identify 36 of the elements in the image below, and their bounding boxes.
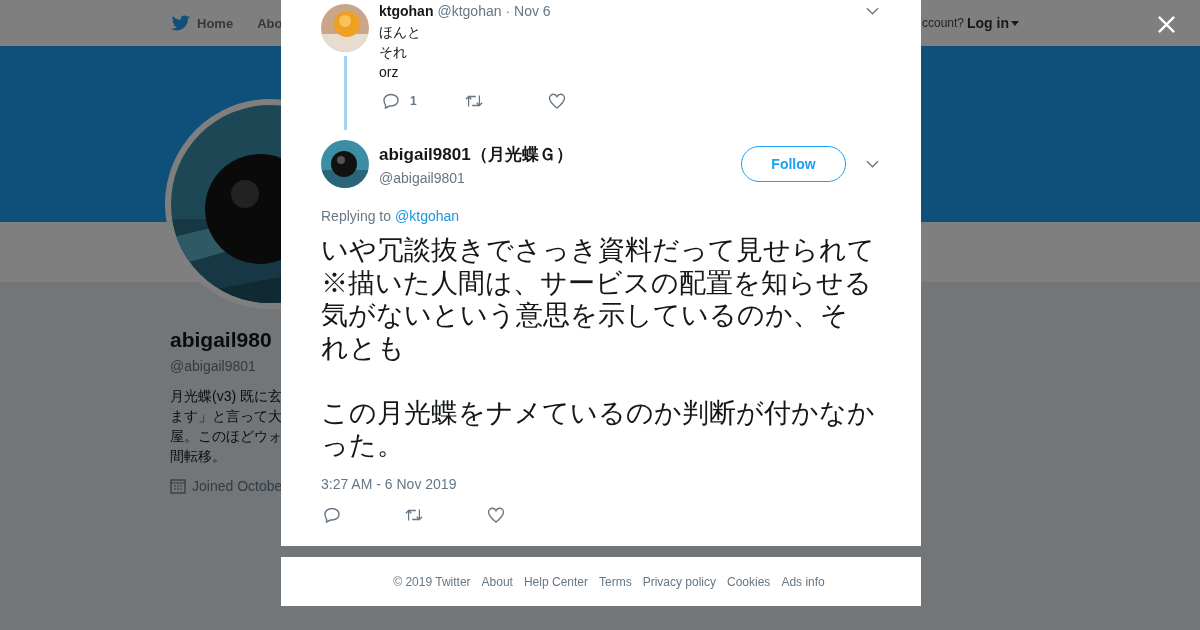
user-name[interactable]: abigail9801（月光蝶Ｇ） xyxy=(379,142,573,166)
footer-link[interactable]: Ads info xyxy=(781,574,825,589)
reply-icon[interactable] xyxy=(382,92,400,110)
reply-count: 1 xyxy=(410,94,417,108)
close-icon[interactable] xyxy=(1157,15,1176,34)
profile-handle: @abigail9801 xyxy=(170,358,256,374)
user-handle: @ktgohan xyxy=(437,3,502,19)
user-name[interactable]: ktgohan xyxy=(379,3,434,19)
reply-icon[interactable] xyxy=(323,505,341,524)
chevron-icon[interactable] xyxy=(866,160,879,168)
heart-icon[interactable] xyxy=(487,505,505,524)
login-link[interactable]: Log in xyxy=(967,15,1019,31)
mention-link[interactable]: @ktgohan xyxy=(395,208,460,224)
nav-link[interactable]: Home xyxy=(197,15,234,31)
profile-name: abigail980 xyxy=(170,328,272,352)
footer-link[interactable]: Terms xyxy=(599,574,632,589)
tweet-text: ほんと それ orz xyxy=(379,23,422,82)
footer-link[interactable]: Privacy policy xyxy=(642,574,716,589)
chevron-icon[interactable] xyxy=(866,7,879,15)
tweet-text: この月光蝶をナメているのか判断が付かなか った。 xyxy=(321,396,875,462)
footer-link[interactable]: About xyxy=(481,574,513,589)
heart-icon[interactable] xyxy=(548,92,566,110)
tweet-text: いや冗談抜きでさっき資料だって見せられて ※描いた人間は、サービスの配置を知らせる 気がないという意思を示しているのか、そ れとも xyxy=(321,234,875,364)
tweet-date[interactable]: · Nov 6 xyxy=(505,3,551,19)
replying-label: Replying to xyxy=(321,208,392,224)
user-handle: @abigail9801 xyxy=(379,169,466,186)
footer-link[interactable]: Help Center xyxy=(523,574,588,589)
calendar-icon xyxy=(170,478,186,494)
login-prompt: ccount? xyxy=(921,16,964,30)
footer-link[interactable]: Cookies xyxy=(727,574,771,589)
nav-link[interactable]: Abo xyxy=(257,15,283,31)
follow-button[interactable]: Follow xyxy=(741,146,846,182)
profile-bio: 月光蝶(v3) 既に玄 ます」と言って大 屋。このほどウォ 間転移。 xyxy=(170,387,282,466)
joined-date: Joined Octobe xyxy=(192,478,283,494)
tweet-timestamp: 3:27 AM - 6 Nov 2019 xyxy=(321,475,458,492)
caret-icon[interactable] xyxy=(1011,20,1019,26)
